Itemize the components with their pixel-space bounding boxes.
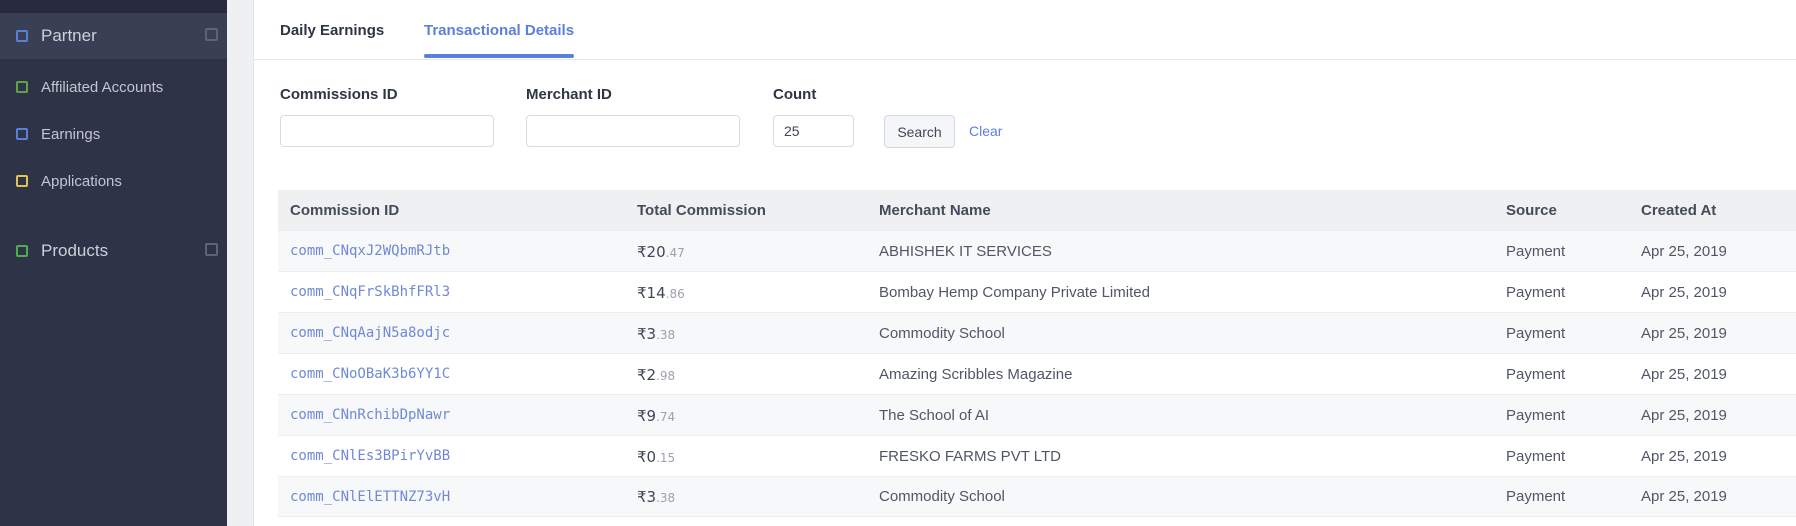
header-merchant-name: Merchant Name <box>879 201 991 219</box>
collapse-square-icon[interactable] <box>205 28 218 41</box>
sidebar-item-label: Affiliated Accounts <box>41 78 164 96</box>
created-at: Apr 25, 2019 <box>1641 488 1727 505</box>
amount-frac: .38 <box>656 491 676 505</box>
commission-id-link[interactable]: comm_CNnRchibDpNawr <box>290 407 450 423</box>
table-header-row: Commission ID Total Commission Merchant … <box>278 190 1796 230</box>
count-input[interactable] <box>773 115 854 147</box>
amount-main: ₹14 <box>637 283 666 302</box>
table-row: comm_CNqxJ2WQbmRJtb ₹20.47 ABHISHEK IT S… <box>278 230 1796 271</box>
merchant-name: The School of AI <box>879 406 990 424</box>
main-panel: Daily Earnings Transactional Details Com… <box>253 0 1796 526</box>
merchant-name: ABHISHEK IT SERVICES <box>879 242 1052 260</box>
total-commission-value: ₹2.98 <box>625 365 867 384</box>
commission-id-link[interactable]: comm_CNoOBaK3b6YY1C <box>290 366 450 382</box>
green-square-icon <box>16 81 28 93</box>
transactions-table: Commission ID Total Commission Merchant … <box>278 190 1796 517</box>
created-at: Apr 25, 2019 <box>1641 283 1727 301</box>
sidebar-item-label: Applications <box>41 172 122 190</box>
sidebar: Partner Affiliated Accounts Earnings App… <box>0 0 227 526</box>
total-commission-value: ₹3.38 <box>625 324 867 343</box>
commission-id-link[interactable]: comm_CNqxJ2WQbmRJtb <box>290 243 450 259</box>
commission-id-link[interactable]: comm_CNqFrSkBhfFRl3 <box>290 284 450 300</box>
source: Payment <box>1506 447 1566 465</box>
tab-daily-earnings[interactable]: Daily Earnings <box>280 0 384 60</box>
merchant-name: FRESKO FARMS PVT LTD <box>879 447 1061 465</box>
total-commission-value: ₹3.38 <box>625 487 867 506</box>
header-created-at: Created At <box>1641 201 1717 219</box>
amount-main: ₹20 <box>637 242 666 261</box>
blue-square-icon <box>16 30 28 42</box>
table-body: comm_CNqxJ2WQbmRJtb ₹20.47 ABHISHEK IT S… <box>278 230 1796 517</box>
commission-id-link[interactable]: comm_CNlElETTNZ73vH <box>290 489 450 505</box>
tab-transactional-details[interactable]: Transactional Details <box>424 0 575 60</box>
source: Payment <box>1506 324 1566 342</box>
table-row: comm_CNoOBaK3b6YY1C ₹2.98 Amazing Scribb… <box>278 353 1796 394</box>
amount-frac: .74 <box>656 409 676 424</box>
merchant-name: Commodity School <box>879 488 1005 505</box>
source: Payment <box>1506 283 1566 301</box>
source: Payment <box>1506 488 1566 505</box>
sidebar-item-partner[interactable]: Partner <box>0 13 227 59</box>
commission-id-link[interactable]: comm_CNqAajN5a8odjc <box>290 325 450 341</box>
amount-main: ₹9 <box>637 406 657 425</box>
amount-frac: .38 <box>656 327 676 342</box>
amount-main: ₹0 <box>637 447 657 466</box>
total-commission-value: ₹0.15 <box>625 447 867 466</box>
merchant-id-input[interactable] <box>526 115 740 147</box>
sidebar-item-label: Products <box>41 241 109 260</box>
header-source: Source <box>1506 201 1557 219</box>
amount-main: ₹3 <box>637 488 657 506</box>
table-row: comm_CNqAajN5a8odjc ₹3.38 Commodity Scho… <box>278 312 1796 353</box>
commissions-id-input[interactable] <box>280 115 494 147</box>
search-button[interactable]: Search <box>884 115 955 148</box>
header-commission-id: Commission ID <box>290 201 400 219</box>
sidebar-top-strip <box>0 0 227 13</box>
merchant-name: Amazing Scribbles Magazine <box>879 365 1073 383</box>
amount-frac: .98 <box>656 368 676 383</box>
count-label: Count <box>773 86 817 103</box>
clear-link[interactable]: Clear <box>969 123 1002 139</box>
source: Payment <box>1506 242 1566 260</box>
header-total-commission: Total Commission <box>637 201 766 219</box>
amount-frac: .86 <box>665 286 685 301</box>
merchant-name: Commodity School <box>879 324 1005 342</box>
green-square-icon <box>16 245 28 257</box>
sidebar-item-label: Earnings <box>41 125 101 143</box>
amount-frac: .15 <box>656 450 676 465</box>
tab-bar: Daily Earnings Transactional Details <box>254 0 1796 60</box>
sidebar-item-label: Partner <box>41 26 97 45</box>
source: Payment <box>1506 365 1566 383</box>
total-commission-value: ₹20.47 <box>625 242 867 261</box>
sidebar-item-applications[interactable]: Applications <box>0 160 227 202</box>
table-row: comm_CNlEs3BPirYvBB ₹0.15 FRESKO FARMS P… <box>278 435 1796 476</box>
total-commission-value: ₹14.86 <box>625 283 867 302</box>
merchant-id-label: Merchant ID <box>526 86 612 103</box>
created-at: Apr 25, 2019 <box>1641 365 1727 383</box>
sidebar-item-products[interactable]: Products <box>0 226 227 276</box>
total-commission-value: ₹9.74 <box>625 406 867 425</box>
amount-frac: .47 <box>665 245 685 260</box>
yellow-square-icon <box>16 175 28 187</box>
created-at: Apr 25, 2019 <box>1641 242 1727 260</box>
created-at: Apr 25, 2019 <box>1641 324 1727 342</box>
amount-main: ₹3 <box>637 324 657 343</box>
created-at: Apr 25, 2019 <box>1641 447 1727 465</box>
commissions-id-label: Commissions ID <box>280 86 398 103</box>
source: Payment <box>1506 406 1566 424</box>
created-at: Apr 25, 2019 <box>1641 406 1727 424</box>
sidebar-item-earnings[interactable]: Earnings <box>0 113 227 155</box>
blue-square-icon <box>16 128 28 140</box>
sidebar-item-affiliated-accounts[interactable]: Affiliated Accounts <box>0 66 227 108</box>
table-row: comm_CNlElETTNZ73vH ₹3.38 Commodity Scho… <box>278 476 1796 517</box>
merchant-name: Bombay Hemp Company Private Limited <box>879 283 1150 301</box>
commission-id-link[interactable]: comm_CNlEs3BPirYvBB <box>290 448 450 464</box>
amount-main: ₹2 <box>637 365 657 384</box>
table-row: comm_CNqFrSkBhfFRl3 ₹14.86 Bombay Hemp C… <box>278 271 1796 312</box>
table-row: comm_CNnRchibDpNawr ₹9.74 The School of … <box>278 394 1796 435</box>
collapse-square-icon[interactable] <box>205 243 218 256</box>
